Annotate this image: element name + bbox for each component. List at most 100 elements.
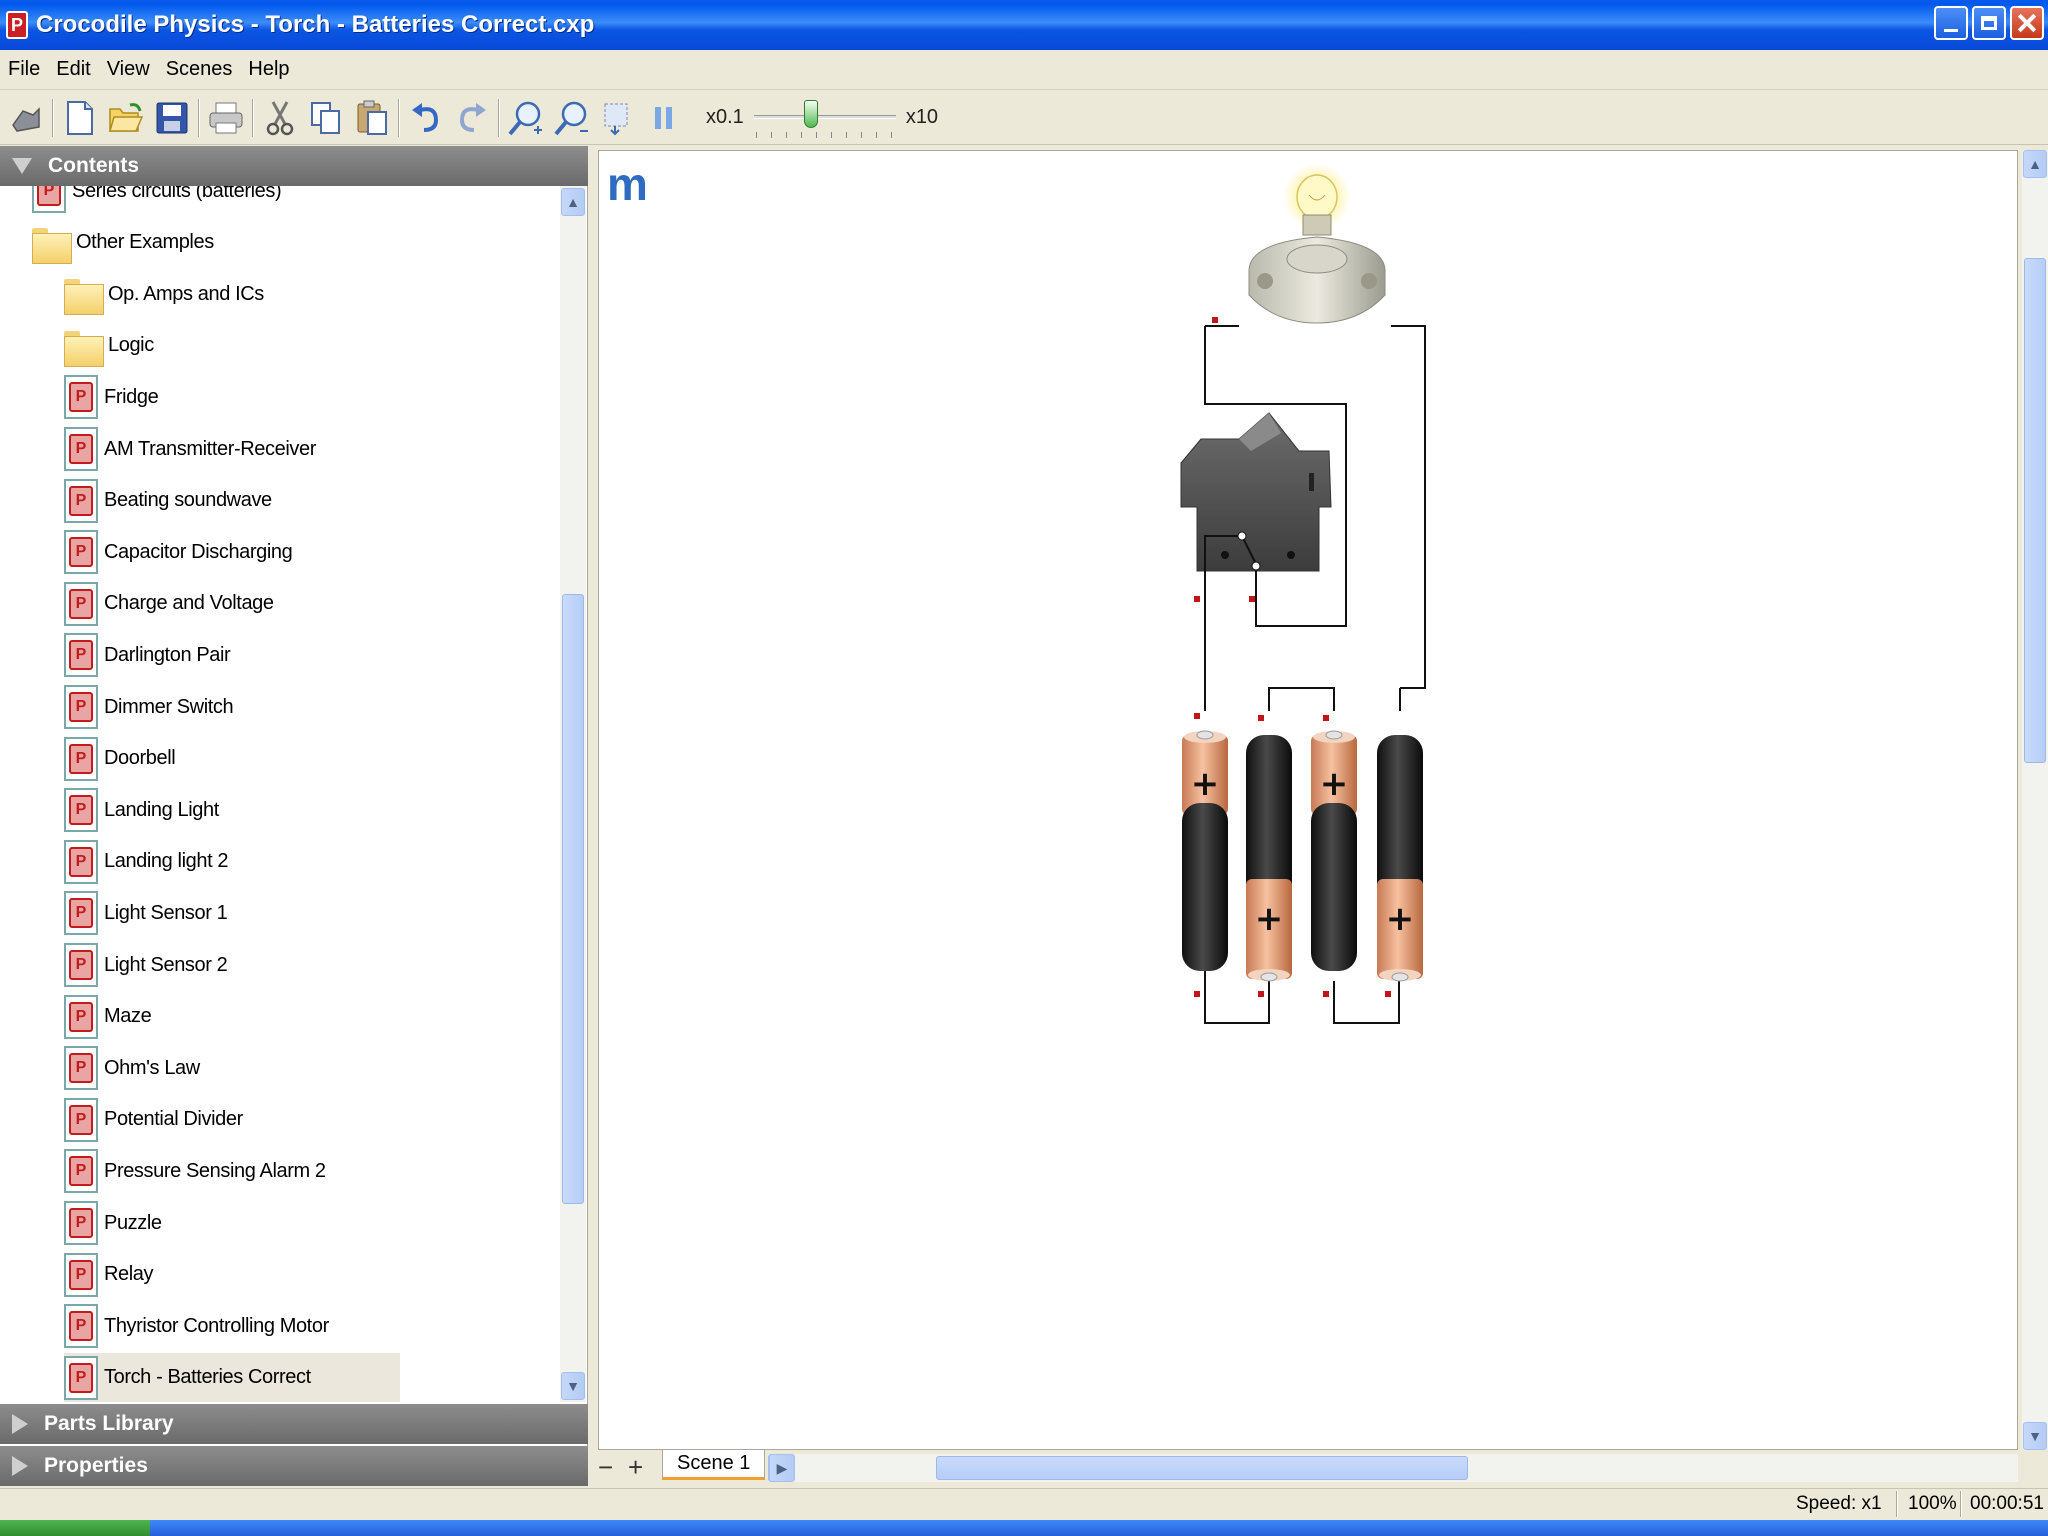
tree-folder[interactable]: Logic	[64, 321, 154, 371]
battery-2[interactable]: +	[1246, 735, 1292, 982]
folder-icon	[64, 327, 104, 367]
tree-item-label: Relay	[104, 1263, 154, 1286]
start-button[interactable]	[0, 1520, 150, 1536]
tree-item-label: Light Sensor 1	[104, 901, 228, 924]
minimize-button[interactable]	[1934, 6, 1968, 40]
battery-1[interactable]: +	[1182, 730, 1228, 971]
fit-view-button[interactable]	[598, 97, 638, 139]
canvas-hscroll-thumb[interactable]	[936, 1456, 1468, 1480]
canvas-scroll-thumb[interactable]	[2024, 258, 2046, 763]
tree-document[interactable]: P Potential Divider	[64, 1095, 243, 1145]
rocker-switch[interactable]	[1180, 412, 1332, 604]
redo-button[interactable]	[452, 97, 492, 139]
tree-scroll-thumb[interactable]	[562, 594, 584, 1204]
scroll-up-button[interactable]: ▲	[561, 188, 585, 216]
tree-document[interactable]: P Relay	[64, 1250, 154, 1300]
tree-scrollbar[interactable]: ▲ ▼	[560, 186, 586, 1402]
tree-document[interactable]: P Pressure Sensing Alarm 2	[64, 1146, 326, 1196]
close-button[interactable]	[2010, 6, 2044, 40]
cut-button[interactable]	[260, 97, 300, 139]
tree-document[interactable]: P Charge and Voltage	[64, 579, 274, 629]
toolbar-separator	[398, 98, 400, 137]
tree-document[interactable]: P Maze	[64, 992, 152, 1042]
copy-button[interactable]	[306, 97, 346, 139]
tree-document[interactable]: P Beating soundwave	[64, 476, 272, 526]
select-tool-button[interactable]	[6, 97, 46, 139]
canvas-vertical-scrollbar[interactable]: ▲ ▼	[2022, 150, 2048, 1450]
tree-document[interactable]: P Light Sensor 2	[64, 940, 228, 990]
scroll-down-button[interactable]: ▼	[561, 1372, 585, 1400]
print-button[interactable]	[206, 97, 246, 139]
scroll-up-button[interactable]: ▲	[2023, 150, 2047, 178]
document-badge: P	[69, 1001, 93, 1032]
save-icon	[156, 102, 188, 133]
tree-document[interactable]: P Dimmer Switch	[64, 682, 234, 732]
tree-item-label: Darlington Pair	[104, 643, 231, 666]
tree-document[interactable]: P Thyristor Controlling Motor	[64, 1301, 329, 1351]
bulb-lamp[interactable]	[1248, 163, 1386, 324]
document-badge: P	[69, 588, 93, 619]
paste-button[interactable]	[352, 97, 392, 139]
left-panel: Contents P Series circuits (batteries) Oth…	[0, 146, 588, 1486]
battery-3[interactable]: +	[1311, 730, 1357, 971]
physics-document-icon: P	[64, 994, 98, 1039]
physics-document-icon: P	[64, 1201, 98, 1245]
toolbar-separator	[252, 98, 254, 137]
tree-document[interactable]: P Torch - Batteries Correct	[64, 1352, 400, 1402]
scroll-right-button[interactable]: ▶	[769, 1454, 795, 1482]
open-button[interactable]	[106, 97, 146, 139]
undo-icon	[412, 102, 439, 132]
tree-document[interactable]: P Light Sensor 1	[64, 888, 228, 938]
battery-4[interactable]: +	[1377, 735, 1423, 982]
restore-button[interactable]	[1972, 6, 2006, 40]
new-button[interactable]	[60, 97, 100, 139]
print-icon	[209, 102, 243, 133]
tree-document[interactable]: P AM Transmitter-Receiver	[64, 424, 316, 474]
zoom-in-button[interactable]	[506, 97, 546, 139]
os-taskbar	[0, 1520, 2048, 1536]
physics-document-icon: P	[64, 1252, 98, 1297]
parts-library-header[interactable]: Parts Library	[0, 1404, 588, 1444]
contents-header[interactable]: Contents	[0, 146, 588, 186]
properties-header[interactable]: Properties	[0, 1446, 588, 1486]
menu-help[interactable]: Help	[240, 58, 297, 81]
tree-document[interactable]: P Series circuits (batteries)	[32, 186, 282, 216]
svg-text:+: +	[1386, 899, 1415, 939]
menu-scenes[interactable]: Scenes	[158, 58, 241, 81]
toolbar-separator	[498, 98, 500, 137]
pause-button[interactable]	[644, 97, 684, 139]
tree-document[interactable]: P Darlington Pair	[64, 630, 231, 680]
tree-item-label: Pressure Sensing Alarm 2	[104, 1159, 326, 1182]
tab-scene-1[interactable]: Scene 1	[662, 1450, 766, 1480]
title-bar[interactable]: P Crocodile Physics - Torch - Batteries …	[0, 0, 2048, 50]
tree-item-label: Maze	[104, 1005, 152, 1028]
tree-document[interactable]: P Puzzle	[64, 1198, 162, 1248]
zoom-out-button[interactable]	[552, 97, 592, 139]
document-badge: P	[69, 434, 93, 464]
scroll-down-button[interactable]: ▼	[2023, 1422, 2047, 1450]
tree-document[interactable]: P Landing light 2	[64, 837, 229, 887]
document-badge: P	[69, 692, 93, 722]
tree-folder[interactable]: Other Examples	[32, 218, 214, 268]
circuit-canvas[interactable]: m + + + +	[598, 150, 2018, 1450]
tree-folder[interactable]: Op. Amps and ICs	[64, 269, 264, 319]
tree-document[interactable]: P Landing Light	[64, 785, 219, 835]
physics-document-icon: P	[64, 685, 98, 729]
save-button[interactable]	[152, 97, 192, 139]
tree-document[interactable]: P Capacitor Discharging	[64, 527, 293, 577]
menu-view[interactable]: View	[99, 58, 158, 81]
remove-scene-button[interactable]: −	[598, 1452, 613, 1483]
add-scene-button[interactable]: +	[628, 1452, 643, 1483]
document-badge: P	[69, 743, 93, 774]
menu-edit[interactable]: Edit	[48, 58, 98, 81]
speed-slider[interactable]	[750, 98, 900, 138]
tree-document[interactable]: P Doorbell	[64, 734, 176, 784]
speed-min-label: x0.1	[706, 106, 744, 128]
canvas-horizontal-scrollbar[interactable]: ◀ ▶	[768, 1454, 2018, 1482]
svg-text:+: +	[1255, 899, 1284, 939]
menu-file[interactable]: File	[0, 58, 48, 81]
undo-button[interactable]	[406, 97, 446, 139]
tree-document[interactable]: P Ohm's Law	[64, 1043, 200, 1093]
speed-slider-thumb[interactable]	[803, 99, 818, 128]
tree-document[interactable]: P Fridge	[64, 372, 159, 422]
